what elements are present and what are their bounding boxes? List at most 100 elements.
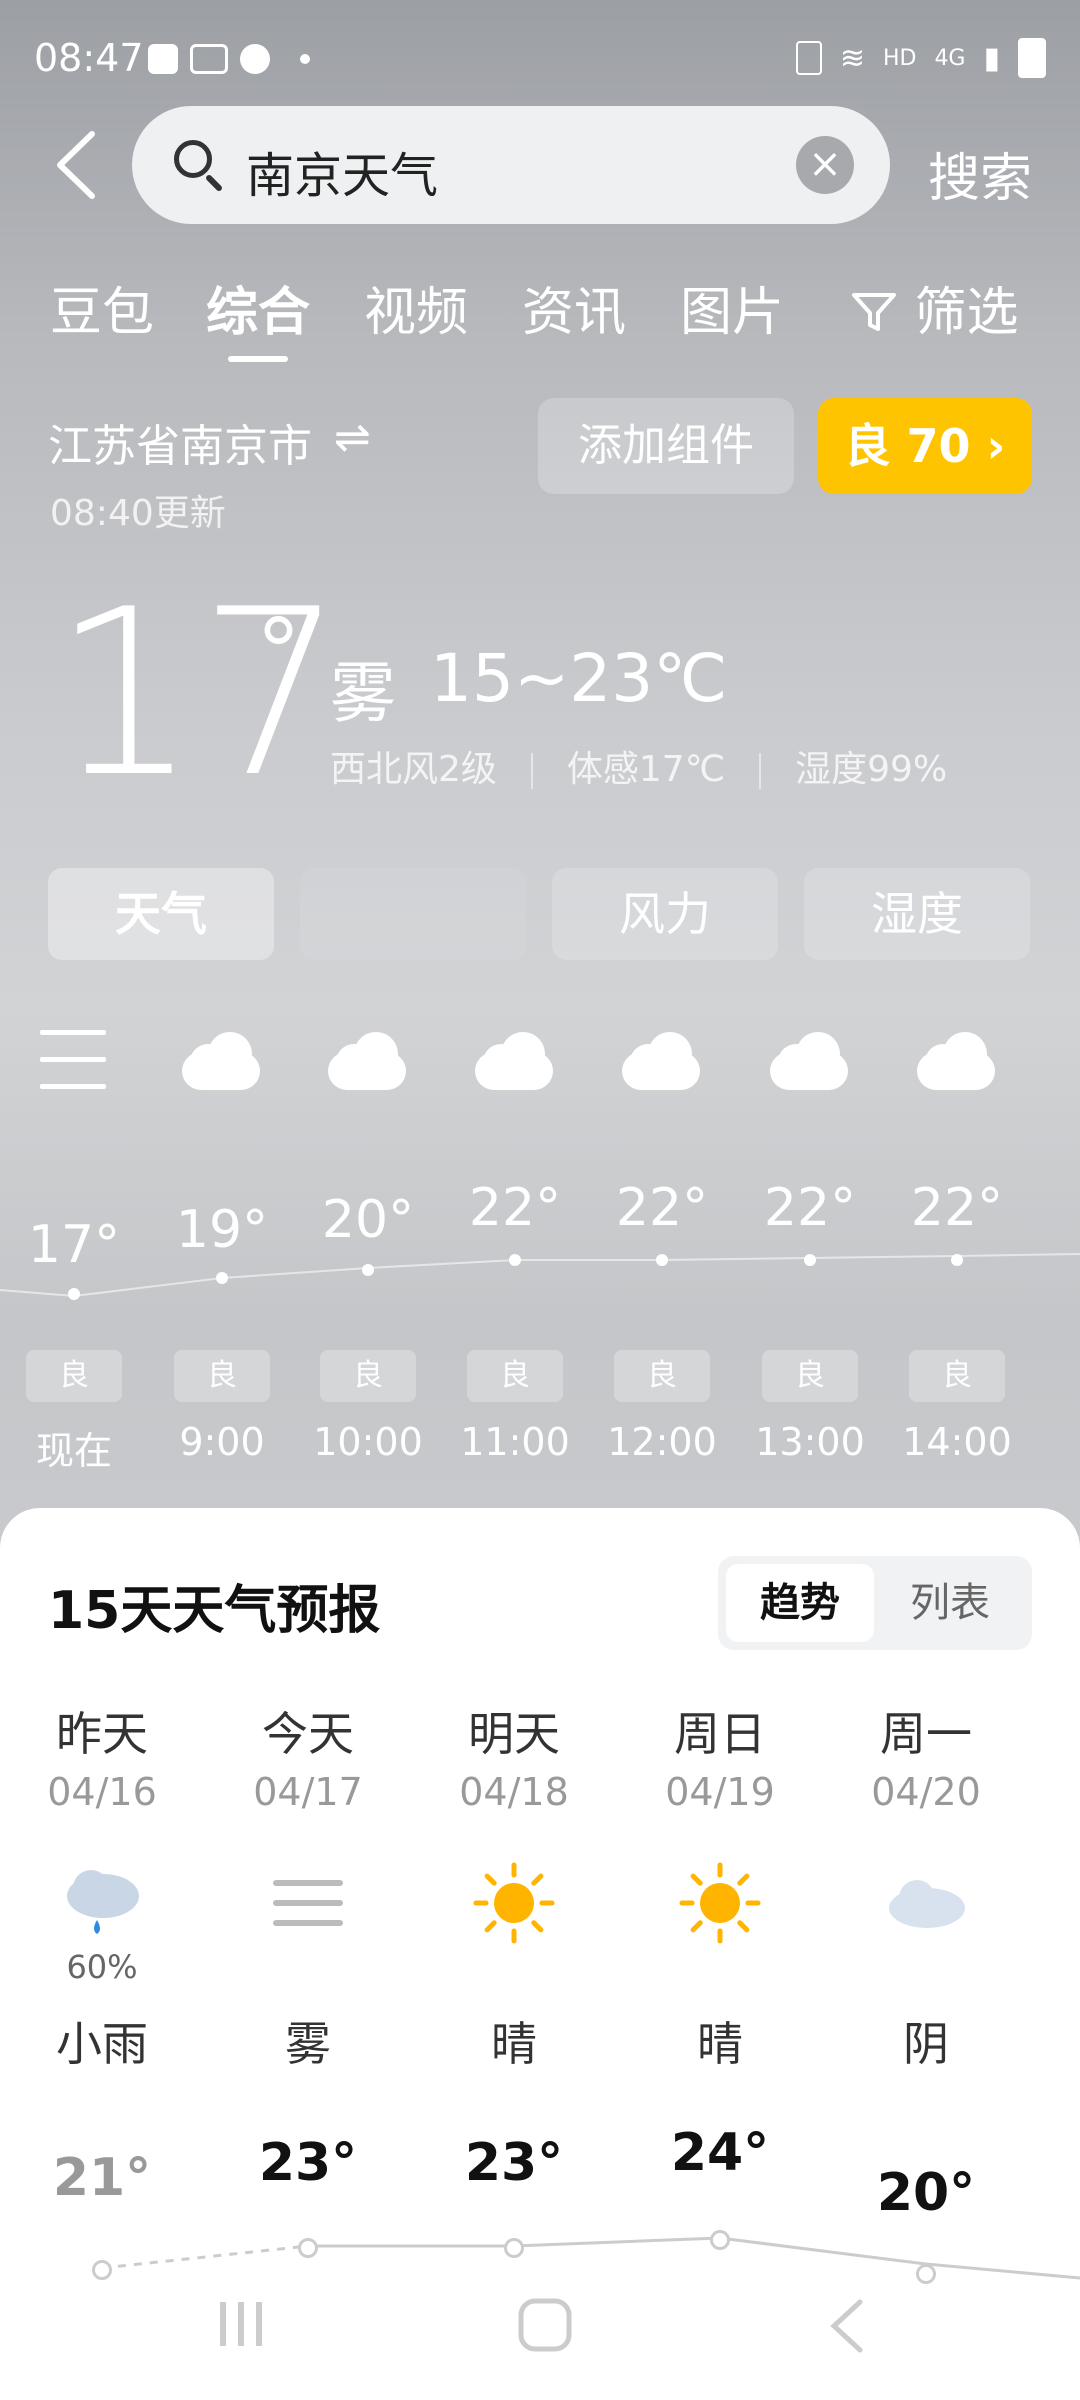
back-icon[interactable] (48, 130, 108, 200)
day-name: 周一 (880, 1707, 972, 1761)
day-temp-dot (504, 2238, 524, 2258)
cloud-icon (182, 1030, 262, 1090)
tab-filter[interactable]: 筛选 (850, 270, 1019, 346)
wifi-icon: ≋ (839, 40, 865, 76)
hourly-aqi: 良 (909, 1350, 1005, 1402)
search-button[interactable]: 搜索 (928, 136, 1032, 211)
hourly-aqi: 良 (467, 1350, 563, 1402)
hourly-dot (362, 1264, 374, 1276)
day-name: 明天 (468, 1707, 560, 1761)
hourly-time: 13:00 (755, 1420, 865, 1464)
rain-icon (32, 1858, 172, 1948)
day-date: 04/19 (665, 1770, 775, 1814)
hourly-temp: 22° (615, 1178, 709, 1238)
recent-apps-icon[interactable] (216, 2300, 268, 2348)
toggle-trend[interactable]: 趋势 (726, 1564, 874, 1642)
location-name[interactable]: 江苏省南京市 (48, 410, 312, 474)
day-high-temp: 24° (670, 2123, 770, 2183)
search-query[interactable]: 南京天气 (246, 136, 438, 206)
day-high-temp: 23° (258, 2133, 358, 2193)
filter-label: 筛选 (914, 283, 1019, 343)
hourly-dot (509, 1254, 521, 1266)
forecast-card: 15天天气预报 趋势 列表 昨天 04/16 60% 小雨 21° 今天 04/17 雾 23°… (0, 1508, 1080, 2400)
tab-general[interactable]: 综合 (206, 270, 310, 345)
hourly-dot (951, 1254, 963, 1266)
hourly-time: 现在 (35, 1429, 112, 1473)
day-date: 04/16 (47, 1770, 157, 1814)
day-date: 04/20 (871, 1770, 981, 1814)
day-temp-dot (710, 2230, 730, 2250)
cloud-icon (475, 1030, 555, 1090)
system-nav-bar (0, 2280, 1080, 2400)
fog-icon (238, 1858, 378, 1948)
hourly-temp: 17° (27, 1215, 121, 1275)
filter-icon (850, 286, 898, 346)
battery-saver-icon (795, 41, 822, 75)
status-right: ≋ HD 4G ▮ (795, 38, 1046, 78)
day-high-temp: 21° (52, 2148, 152, 2208)
hourly-dot (656, 1254, 668, 1266)
segment-hidden[interactable] (300, 868, 526, 960)
day-condition: 晴 (697, 2017, 743, 2071)
hourly-temp: 22° (468, 1178, 562, 1238)
network-label: 4G (934, 45, 966, 71)
back-nav-icon[interactable] (826, 2298, 866, 2354)
segment-wind[interactable]: 风力 (552, 868, 778, 960)
cloud-icon (856, 1858, 996, 1948)
cloud-icon (622, 1030, 702, 1090)
clear-icon[interactable]: × (796, 136, 854, 194)
hourly-temp: 20° (321, 1190, 415, 1250)
segment-humidity[interactable]: 湿度 (804, 868, 1030, 960)
wind-info: 西北风2级 (330, 749, 497, 790)
day-condition: 阴 (903, 2017, 949, 2071)
day-condition: 小雨 (56, 2017, 148, 2071)
hourly-dot (68, 1288, 80, 1300)
switch-location-icon[interactable]: ⇌ (334, 412, 371, 463)
signal-icon: ▮ (983, 40, 1000, 76)
tab-news[interactable]: 资讯 (522, 270, 626, 345)
tab-doubao[interactable]: 豆包 (50, 270, 154, 345)
segment-weather[interactable]: 天气 (48, 868, 274, 960)
sun-icon (650, 1858, 790, 1948)
hourly-aqi: 良 (320, 1350, 416, 1402)
feels-like: 体感17℃ (566, 749, 726, 790)
battery-icon (1018, 38, 1046, 78)
hourly-time: 10:00 (313, 1420, 423, 1464)
hourly-aqi: 良 (614, 1350, 710, 1402)
update-time: 08:40更新 (50, 493, 226, 534)
hourly-temp: 22° (910, 1178, 1004, 1238)
humidity-info: 湿度99% (795, 749, 948, 790)
day-condition: 晴 (491, 2017, 537, 2071)
hourly-aqi: 良 (174, 1350, 270, 1402)
current-degree-symbol: ° (256, 600, 301, 705)
hourly-dot (804, 1254, 816, 1266)
tab-images[interactable]: 图片 (680, 270, 784, 345)
cloud-icon (770, 1030, 850, 1090)
day-date: 04/17 (253, 1770, 363, 1814)
day-temp-dot (298, 2238, 318, 2258)
day-high-temp: 20° (876, 2163, 976, 2223)
day-date: 04/18 (459, 1770, 569, 1814)
forecast-title: 15天天气预报 (48, 1581, 381, 1641)
temperature-range: 15~23℃ (430, 640, 728, 717)
day-condition: 雾 (285, 2017, 331, 2071)
cloud-icon (917, 1030, 997, 1090)
day-high-temp: 23° (464, 2133, 564, 2193)
toggle-list[interactable]: 列表 (876, 1564, 1024, 1642)
hourly-temp: 19° (175, 1200, 269, 1260)
day-name: 周日 (674, 1707, 766, 1761)
add-widget-button[interactable]: 添加组件 (538, 398, 794, 494)
hourly-time: 12:00 (607, 1420, 717, 1464)
day-name: 今天 (262, 1707, 354, 1761)
dot-icon (300, 54, 310, 64)
precipitation-chance: 60% (66, 1948, 138, 1986)
tab-video[interactable]: 视频 (364, 270, 468, 345)
view-toggle: 趋势 列表 (718, 1556, 1032, 1650)
aqi-button[interactable]: 良 70 › (818, 398, 1032, 494)
hourly-dot (216, 1272, 228, 1284)
sun-icon (444, 1858, 584, 1948)
tab-bar: 豆包 综合 视频 资讯 图片 筛选 (50, 270, 1050, 360)
home-icon[interactable] (518, 2298, 572, 2352)
current-condition: 雾 (330, 655, 396, 732)
search-input[interactable]: 南京天气 × (132, 106, 890, 224)
